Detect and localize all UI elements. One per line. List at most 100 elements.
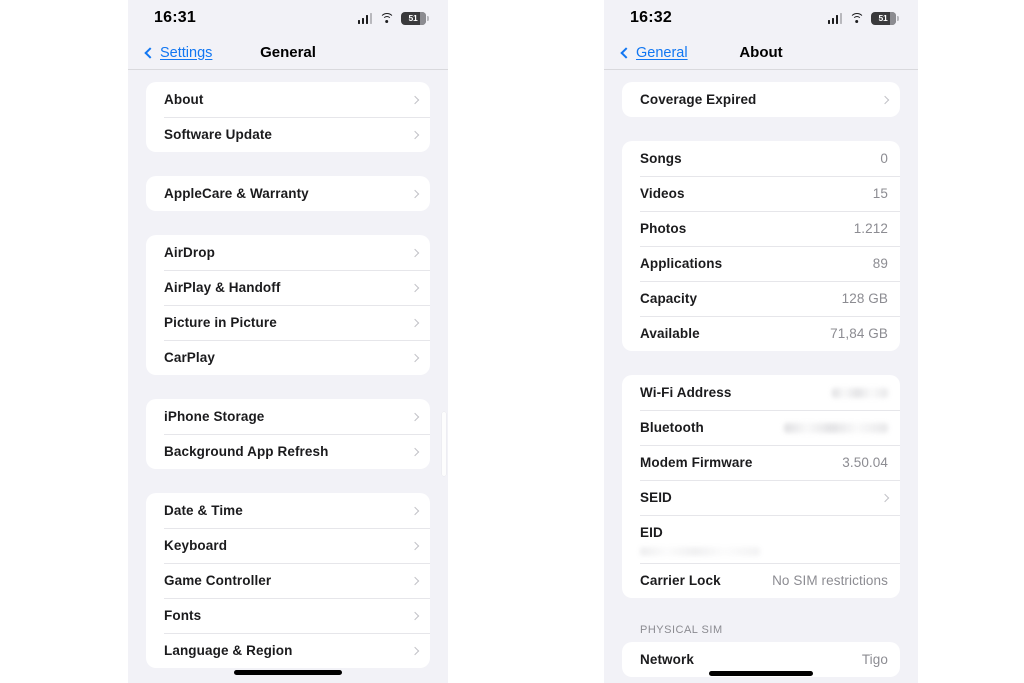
- list-group: Wi-Fi Address Bluetooth Modem Firmware 3.50…: [622, 375, 900, 598]
- list-row-airdrop[interactable]: AirDrop: [146, 235, 430, 270]
- row-value: 1.212: [853, 221, 888, 236]
- list-row-seid[interactable]: SEID: [622, 480, 900, 515]
- row-label: Modem Firmware: [640, 455, 753, 470]
- row-label: Picture in Picture: [164, 315, 277, 330]
- list-group: iPhone Storage Background App Refresh: [146, 399, 430, 469]
- list-row-bluetooth: Bluetooth: [622, 410, 900, 445]
- list-row-applecare-and-warranty[interactable]: AppleCare & Warranty: [146, 176, 430, 211]
- list-row-airplay-and-handoff[interactable]: AirPlay & Handoff: [146, 270, 430, 305]
- list-row-software-update[interactable]: Software Update: [146, 117, 430, 152]
- row-value: 71,84 GB: [830, 326, 888, 341]
- list-row-fonts[interactable]: Fonts: [146, 598, 430, 633]
- list-row-modem-firmware: Modem Firmware 3.50.04: [622, 445, 900, 480]
- list-row-videos: Videos 15: [622, 176, 900, 211]
- row-label: Applications: [640, 256, 723, 271]
- status-bar-left: 16:31 51: [128, 0, 448, 36]
- home-indicator[interactable]: [234, 670, 342, 675]
- chevron-left-icon: [620, 46, 632, 59]
- list-row-picture-in-picture[interactable]: Picture in Picture: [146, 305, 430, 340]
- settings-list-general[interactable]: About Software Update AppleCare & Warranty…: [128, 70, 448, 683]
- list-row-language-and-region[interactable]: Language & Region: [146, 633, 430, 668]
- chevron-right-icon: [880, 493, 890, 502]
- about-groups: Coverage Expired Songs 0 Videos 15 Photos 1.21…: [622, 82, 900, 598]
- back-button-general[interactable]: General: [620, 45, 688, 61]
- nav-bar-left: Settings General: [128, 36, 448, 70]
- row-value: Tigo: [861, 652, 888, 667]
- list-row-wi-fi-address: Wi-Fi Address: [622, 375, 900, 410]
- list-row-date-and-time[interactable]: Date & Time: [146, 493, 430, 528]
- list-row-coverage-expired[interactable]: Coverage Expired: [622, 82, 900, 117]
- row-label: Fonts: [164, 608, 202, 623]
- list-row-capacity: Capacity 128 GB: [622, 281, 900, 316]
- redacted-value: [640, 547, 760, 556]
- cellular-signal-icon: [827, 12, 842, 24]
- settings-groups: About Software Update AppleCare & Warranty…: [146, 82, 430, 668]
- battery-level-label: 51: [408, 12, 418, 23]
- row-label: Coverage Expired: [640, 92, 757, 107]
- scroll-indicator[interactable]: [442, 412, 446, 476]
- battery-tip-fill: [420, 11, 426, 25]
- list-row-iphone-storage[interactable]: iPhone Storage: [146, 399, 430, 434]
- list-row-background-app-refresh[interactable]: Background App Refresh: [146, 434, 430, 469]
- list-row-game-controller[interactable]: Game Controller: [146, 563, 430, 598]
- chevron-left-icon: [144, 46, 156, 59]
- back-button-settings[interactable]: Settings: [144, 44, 213, 61]
- chevron-right-icon: [410, 576, 420, 585]
- list-row-songs: Songs 0: [622, 141, 900, 176]
- row-label: About: [164, 92, 204, 107]
- row-label: Wi-Fi Address: [640, 385, 732, 400]
- screenshot-canvas: 16:31 51 Settings General About Software …: [0, 0, 1024, 683]
- chevron-right-icon: [410, 541, 420, 550]
- list-row-carplay[interactable]: CarPlay: [146, 340, 430, 375]
- battery-tip-fill: [890, 11, 896, 25]
- redacted-value: [784, 422, 888, 433]
- chevron-right-icon: [410, 353, 420, 362]
- row-value: 3.50.04: [842, 455, 888, 470]
- wifi-icon: [379, 12, 394, 24]
- chevron-right-icon: [410, 447, 420, 456]
- chevron-right-icon: [410, 611, 420, 620]
- row-label: Carrier Lock: [640, 573, 721, 588]
- status-bar-right: 16:32 51: [604, 0, 918, 36]
- status-bar-indicators: 51: [357, 11, 429, 25]
- row-label: Language & Region: [164, 643, 293, 658]
- battery-icon: 51: [871, 11, 899, 25]
- section-header-physical-sim: PHYSICAL SIM: [640, 624, 723, 636]
- list-row-keyboard[interactable]: Keyboard: [146, 528, 430, 563]
- cellular-signal-icon: [357, 12, 372, 24]
- list-row-eid: EID: [622, 515, 900, 563]
- list-row-photos: Photos 1.212: [622, 211, 900, 246]
- chevron-right-icon: [410, 318, 420, 327]
- about-list[interactable]: Coverage Expired Songs 0 Videos 15 Photos 1.21…: [604, 70, 918, 683]
- chevron-right-icon: [410, 248, 420, 257]
- phone-screenshot-about: 16:32 51 General About Coverage Expired S…: [604, 0, 918, 683]
- chevron-right-icon: [410, 130, 420, 139]
- back-button-label: Settings: [160, 44, 213, 61]
- row-label: Software Update: [164, 127, 273, 142]
- row-label: AirPlay & Handoff: [164, 280, 281, 295]
- battery-icon: 51: [401, 11, 429, 25]
- chevron-right-icon: [410, 283, 420, 292]
- row-label: AirDrop: [164, 245, 215, 260]
- row-label: iPhone Storage: [164, 409, 265, 424]
- status-bar-clock: 16:31: [154, 9, 196, 26]
- row-label: SEID: [640, 490, 672, 505]
- list-group: Date & Time Keyboard Game Controller Fonts L…: [146, 493, 430, 668]
- row-value: 89: [872, 256, 888, 271]
- list-row-carrier-lock: Carrier Lock No SIM restrictions: [622, 563, 900, 598]
- status-bar-indicators: 51: [827, 11, 899, 25]
- nav-bar-right: General About: [604, 36, 918, 70]
- row-label: Game Controller: [164, 573, 272, 588]
- row-value: 15: [872, 186, 888, 201]
- chevron-right-icon: [410, 646, 420, 655]
- row-label: Bluetooth: [640, 420, 704, 435]
- list-row-applications: Applications 89: [622, 246, 900, 281]
- home-indicator[interactable]: [709, 671, 813, 676]
- list-row-about[interactable]: About: [146, 82, 430, 117]
